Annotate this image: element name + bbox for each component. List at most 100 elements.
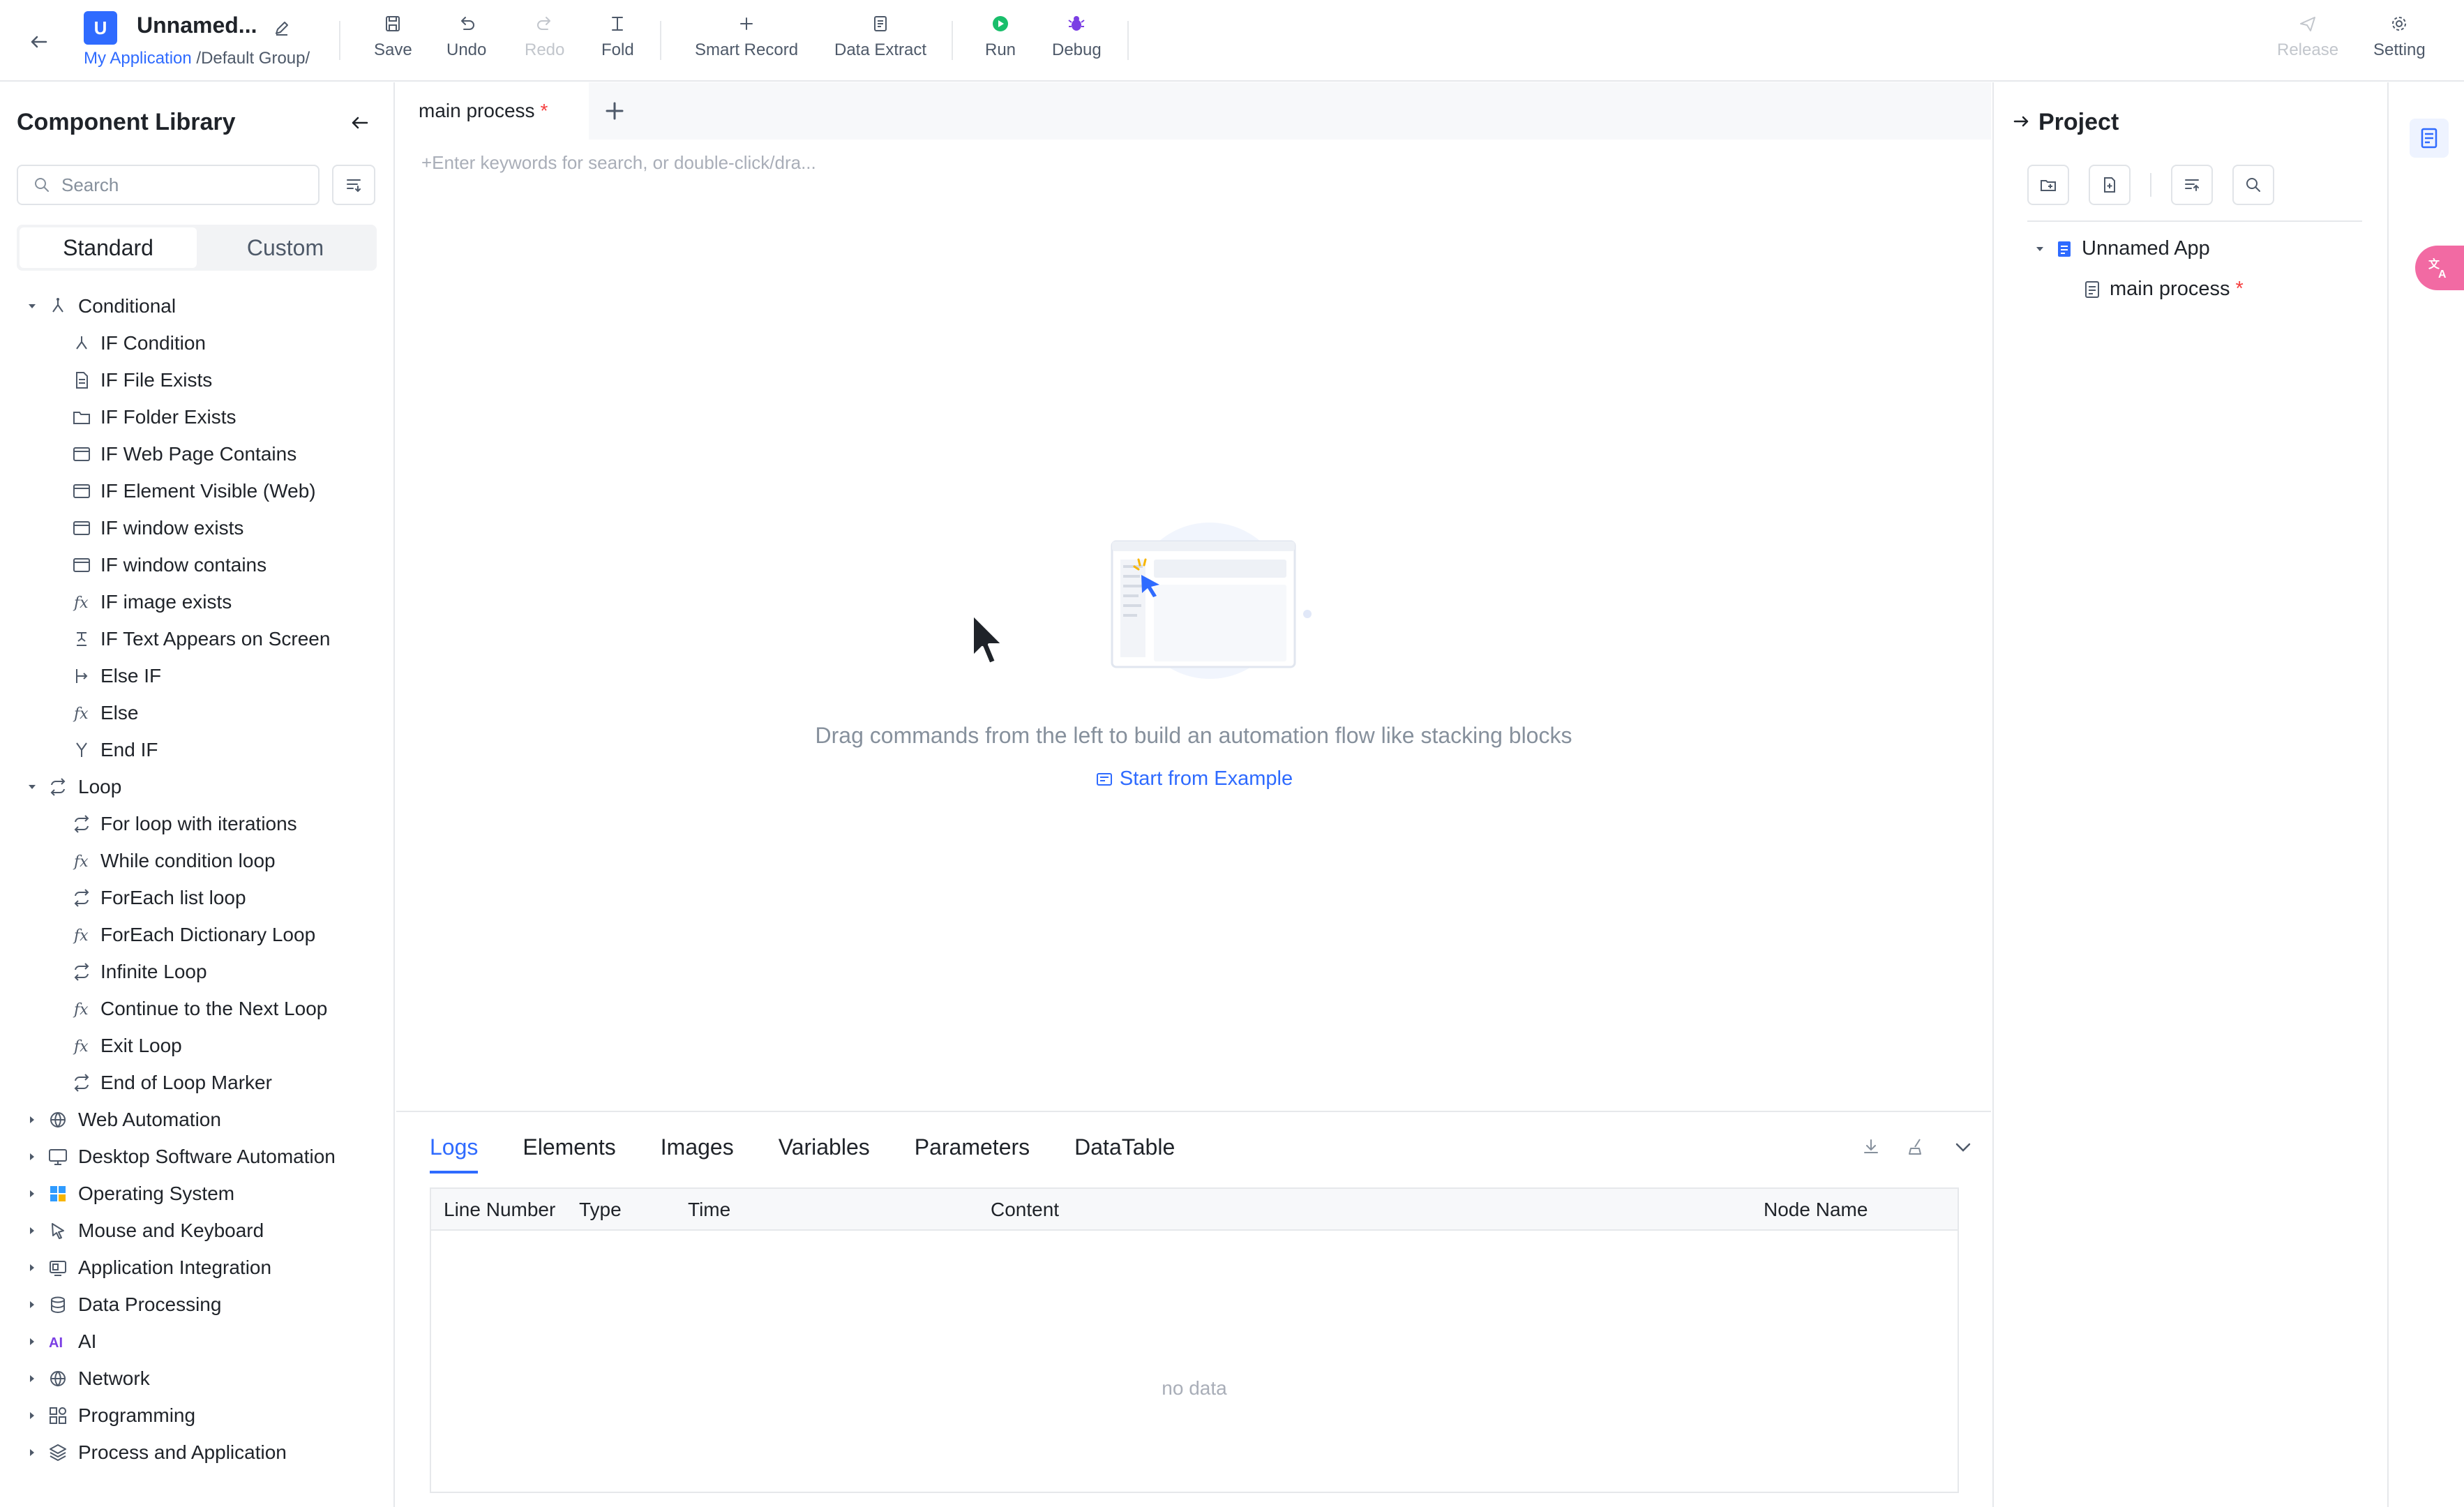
category-process-application[interactable]: Process and Application <box>0 1434 395 1471</box>
component-item[interactable]: IF Element Visible (Web) <box>0 472 395 509</box>
collapse-all-button[interactable] <box>2171 165 2213 205</box>
svg-text:fx: fx <box>73 853 89 871</box>
category-mouse-keyboard[interactable]: Mouse and Keyboard <box>0 1212 395 1249</box>
data-extract-label: Data Extract <box>834 40 927 59</box>
component-label: Else <box>100 701 139 723</box>
category-loop[interactable]: Loop <box>0 768 395 805</box>
undo-button[interactable]: Undo <box>446 13 486 68</box>
function-icon: fx <box>73 594 89 612</box>
smart-record-button[interactable]: Smart Record <box>695 13 798 68</box>
monitor-icon <box>49 1148 67 1165</box>
tab-variables[interactable]: Variables <box>779 1112 870 1182</box>
add-tab-plus-icon[interactable] <box>600 96 629 126</box>
component-item[interactable]: fx While condition loop <box>0 842 395 879</box>
component-item[interactable]: End IF <box>0 731 395 768</box>
category-programming[interactable]: Programming <box>0 1397 395 1434</box>
data-extract-button[interactable]: Data Extract <box>834 13 926 68</box>
component-item[interactable]: For loop with iterations <box>0 805 395 842</box>
category-application-integration[interactable]: Application Integration <box>0 1249 395 1286</box>
run-button[interactable]: Run <box>985 13 1016 68</box>
start-from-example-link[interactable]: Start from Example <box>396 767 1991 790</box>
branch-icon <box>52 297 63 313</box>
component-item[interactable]: IF window contains <box>0 546 395 583</box>
download-icon[interactable] <box>1857 1133 1885 1161</box>
project-root-node[interactable]: Unnamed App <box>2034 237 2210 260</box>
breadcrumb-group: /Default Group/ <box>191 49 310 68</box>
caret-right-icon <box>20 1107 45 1132</box>
function-icon: fx <box>73 705 89 723</box>
project-view-toggle[interactable] <box>2410 119 2449 158</box>
tab-datatable[interactable]: DataTable <box>1074 1112 1175 1182</box>
tab-logs[interactable]: Logs <box>430 1112 479 1182</box>
component-item[interactable]: IF Text Appears on Screen <box>0 620 395 657</box>
filter-sort-button[interactable] <box>332 165 375 205</box>
caret-right-icon <box>20 1292 45 1317</box>
component-item[interactable]: fx Else <box>0 694 395 731</box>
debug-button[interactable]: Debug <box>1052 13 1102 68</box>
tab-custom[interactable]: Custom <box>197 227 374 268</box>
clear-broom-icon[interactable] <box>1903 1133 1931 1161</box>
merge-icon <box>76 742 87 757</box>
setting-button[interactable]: Setting <box>2373 13 2426 68</box>
toolbar-divider <box>1127 21 1129 60</box>
component-item[interactable]: IF Condition <box>0 324 395 361</box>
save-button[interactable]: Save <box>374 13 412 68</box>
network-globe-icon <box>50 1370 66 1386</box>
tab-main-process[interactable]: main process * <box>396 82 589 140</box>
file-icon <box>76 371 88 389</box>
app-integration-icon <box>50 1260 66 1276</box>
new-folder-button[interactable] <box>2027 165 2069 205</box>
collapse-panel-icon[interactable] <box>346 109 374 137</box>
tab-elements[interactable]: Elements <box>523 1112 615 1182</box>
category-data-processing[interactable]: Data Processing <box>0 1286 395 1323</box>
tab-images[interactable]: Images <box>661 1112 734 1182</box>
category-label: AI <box>78 1330 97 1352</box>
component-item[interactable]: fx ForEach Dictionary Loop <box>0 916 395 953</box>
component-item[interactable]: fx Continue to the Next Loop <box>0 990 395 1027</box>
translate-icon[interactable]: 文A <box>2415 246 2464 290</box>
component-item[interactable]: IF window exists <box>0 509 395 546</box>
caret-right-icon <box>20 1440 45 1465</box>
collapse-all-icon <box>2185 179 2199 191</box>
window-icon <box>73 557 90 572</box>
component-item[interactable]: fx Exit Loop <box>0 1027 395 1064</box>
category-network[interactable]: Network <box>0 1360 395 1397</box>
output-panel: Logs Elements Images Variables Parameter… <box>396 1111 1991 1507</box>
chevron-down-icon[interactable] <box>1949 1133 1977 1161</box>
component-item[interactable]: fx IF image exists <box>0 583 395 620</box>
back-arrow-icon[interactable] <box>25 28 53 56</box>
new-file-button[interactable] <box>2089 165 2131 205</box>
edit-name-icon[interactable] <box>272 18 292 38</box>
component-item[interactable]: ForEach list loop <box>0 879 395 916</box>
breadcrumb-app-link[interactable]: My Application <box>84 49 192 68</box>
tab-standard[interactable]: Standard <box>20 227 197 268</box>
component-item[interactable]: End of Loop Marker <box>0 1064 395 1101</box>
category-web-automation[interactable]: Web Automation <box>0 1101 395 1138</box>
command-search-input[interactable] <box>421 152 1468 174</box>
search-input[interactable] <box>61 174 299 196</box>
project-process-node[interactable]: main process * <box>2082 278 2244 301</box>
category-conditional[interactable]: Conditional <box>0 287 395 324</box>
search-project-button[interactable] <box>2232 165 2274 205</box>
component-item[interactable]: Else IF <box>0 657 395 694</box>
category-ai[interactable]: AI AI <box>0 1323 395 1360</box>
caret-right-icon <box>20 1403 45 1428</box>
expand-arrow-icon[interactable] <box>2011 110 2033 133</box>
fold-button[interactable]: Fold <box>601 13 634 68</box>
component-label: ForEach Dictionary Loop <box>100 923 316 945</box>
component-item[interactable]: IF Web Page Contains <box>0 435 395 472</box>
toolbar-divider <box>952 21 953 60</box>
top-toolbar: U Unnamed... My Application /Default Gro… <box>0 0 2464 82</box>
component-item[interactable]: IF File Exists <box>0 361 395 398</box>
tab-parameters[interactable]: Parameters <box>915 1112 1030 1182</box>
release-button[interactable]: Release <box>2277 13 2338 68</box>
caret-down-icon <box>2036 246 2043 251</box>
component-item[interactable]: IF Folder Exists <box>0 398 395 435</box>
category-desktop-automation[interactable]: Desktop Software Automation <box>0 1138 395 1175</box>
component-item[interactable]: Infinite Loop <box>0 953 395 990</box>
category-operating-system[interactable]: Operating System <box>0 1175 395 1212</box>
undo-icon <box>460 17 474 30</box>
redo-button[interactable]: Redo <box>525 13 564 68</box>
project-title: Project <box>2038 109 2119 135</box>
svg-text:A: A <box>2438 269 2447 280</box>
